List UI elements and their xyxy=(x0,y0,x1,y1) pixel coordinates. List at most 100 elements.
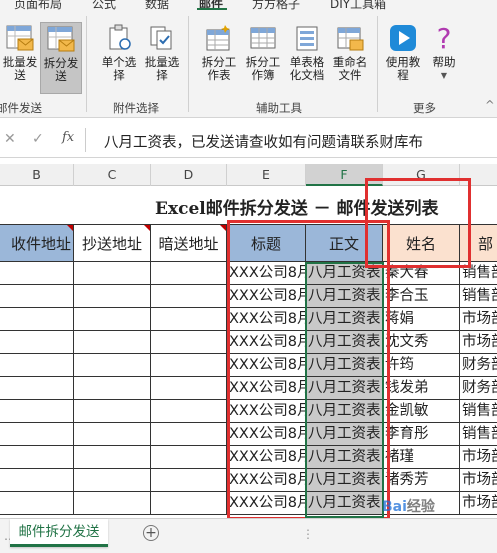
cell-body[interactable]: 八月工资表 xyxy=(306,331,383,354)
cell-empty[interactable] xyxy=(151,262,227,285)
batch-send-button[interactable]: 批量发送 xyxy=(0,24,40,82)
cell-empty[interactable] xyxy=(0,285,74,308)
scroll-handle-icon[interactable]: ⋮ xyxy=(302,527,314,541)
single-select-button[interactable]: 单个选择 xyxy=(97,24,141,82)
cell-dept[interactable]: 财务部 xyxy=(460,354,497,377)
cell-body[interactable]: 八月工资表 xyxy=(306,354,383,377)
table-to-doc-button[interactable]: 单表格化文档 xyxy=(285,24,329,82)
cell-empty[interactable] xyxy=(74,469,151,492)
cell-title[interactable]: XXX公司8月 xyxy=(227,285,306,308)
cancel-icon[interactable]: ✕ xyxy=(4,131,16,147)
header-to-address[interactable]: 收件地址 xyxy=(0,224,74,262)
cell-body[interactable]: 八月工资表 xyxy=(306,492,383,515)
cell-title[interactable]: XXX公司8月 xyxy=(227,492,306,515)
cell-name[interactable]: 许筠 xyxy=(383,354,460,377)
confirm-icon[interactable]: ✓ xyxy=(32,131,44,147)
cell-title[interactable]: XXX公司8月 xyxy=(227,308,306,331)
cell-name[interactable]: 李育彤 xyxy=(383,423,460,446)
cell-title[interactable]: XXX公司8月 xyxy=(227,400,306,423)
cell-empty[interactable] xyxy=(0,331,74,354)
cell-body[interactable]: 八月工资表 xyxy=(306,377,383,400)
cell-dept[interactable]: 市场部 xyxy=(460,469,497,492)
column-header-f[interactable]: F xyxy=(306,164,383,186)
cell-empty[interactable] xyxy=(151,469,227,492)
cell-empty[interactable] xyxy=(151,285,227,308)
cell-title[interactable]: XXX公司8月 xyxy=(227,377,306,400)
cell-body[interactable]: 八月工资表 xyxy=(306,446,383,469)
header-subject[interactable]: 标题 xyxy=(227,224,306,262)
add-sheet-icon[interactable]: + xyxy=(143,525,159,541)
ribbon-collapse-icon[interactable]: ^ xyxy=(485,98,495,112)
cell-empty[interactable] xyxy=(74,331,151,354)
cell-empty[interactable] xyxy=(151,492,227,515)
split-workbook-button[interactable]: 拆分工作簿 xyxy=(241,24,285,82)
cell-empty[interactable] xyxy=(151,308,227,331)
cell-dept[interactable]: 销售部 xyxy=(460,285,497,308)
cell-body[interactable]: 八月工资表 xyxy=(306,423,383,446)
cell-empty[interactable] xyxy=(0,423,74,446)
cell-empty[interactable] xyxy=(151,400,227,423)
rename-file-button[interactable]: 重命名文件 xyxy=(328,24,372,82)
sheet-tab-mail-split[interactable]: 邮件拆分发送 xyxy=(10,519,108,547)
tutorial-button[interactable]: 使用教程 xyxy=(381,24,425,82)
column-header-e[interactable]: E xyxy=(227,164,306,186)
cell-empty[interactable] xyxy=(151,331,227,354)
cell-title[interactable]: XXX公司8月 xyxy=(227,331,306,354)
cell-body[interactable]: 八月工资表 xyxy=(306,285,383,308)
header-cc-address[interactable]: 抄送地址 xyxy=(74,224,151,262)
cell-empty[interactable] xyxy=(74,262,151,285)
cell-empty[interactable] xyxy=(0,492,74,515)
cell-dept[interactable]: 销售部 xyxy=(460,423,497,446)
cell-empty[interactable] xyxy=(74,308,151,331)
cell-dept[interactable]: 市场部 xyxy=(460,446,497,469)
cell-empty[interactable] xyxy=(151,354,227,377)
cell-dept[interactable]: 市场部 xyxy=(460,492,497,515)
cell-empty[interactable] xyxy=(0,400,74,423)
cell-empty[interactable] xyxy=(74,492,151,515)
cell-body[interactable]: 八月工资表 xyxy=(306,400,383,423)
cell-empty[interactable] xyxy=(74,446,151,469)
cell-empty[interactable] xyxy=(0,354,74,377)
cell-empty[interactable] xyxy=(0,308,74,331)
cell-dept[interactable]: 市场部 xyxy=(460,308,497,331)
cell-dept[interactable]: 销售部 xyxy=(460,400,497,423)
split-sheet-button[interactable]: 拆分工作表 xyxy=(197,24,241,82)
cell-body[interactable]: 八月工资表 xyxy=(306,308,383,331)
batch-select-button[interactable]: 批量选择 xyxy=(140,24,184,82)
cell-dept[interactable]: 财务部 xyxy=(460,377,497,400)
cell-title[interactable]: XXX公司8月 xyxy=(227,469,306,492)
header-dept[interactable]: 部 xyxy=(460,224,497,262)
split-send-button[interactable]: 拆分发送 xyxy=(40,22,82,94)
cell-empty[interactable] xyxy=(74,400,151,423)
header-bcc-address[interactable]: 暗送地址 xyxy=(151,224,227,262)
cell-empty[interactable] xyxy=(0,469,74,492)
help-button[interactable]: ? 帮助 ▼ xyxy=(422,24,466,82)
cell-empty[interactable] xyxy=(0,262,74,285)
cell-body[interactable]: 八月工资表 xyxy=(306,469,383,492)
cell-name[interactable]: 褚瑾 xyxy=(383,446,460,469)
cell-empty[interactable] xyxy=(74,354,151,377)
cell-empty[interactable] xyxy=(74,285,151,308)
column-header-b[interactable]: B xyxy=(0,164,74,186)
cell-empty[interactable] xyxy=(0,377,74,400)
cell-title[interactable]: XXX公司8月 xyxy=(227,446,306,469)
function-icon[interactable]: fx xyxy=(62,130,74,145)
cell-title[interactable]: XXX公司8月 xyxy=(227,354,306,377)
cell-dept[interactable]: 销售部 xyxy=(460,262,497,285)
header-name[interactable]: 姓名 xyxy=(383,224,460,262)
cell-dept[interactable]: 市场部 xyxy=(460,331,497,354)
cell-empty[interactable] xyxy=(0,446,74,469)
cell-body[interactable]: 八月工资表 xyxy=(306,262,383,285)
cell-empty[interactable] xyxy=(74,377,151,400)
header-body[interactable]: 正文 xyxy=(306,224,383,262)
cell-name[interactable]: 钱发弟 xyxy=(383,377,460,400)
cell-name[interactable]: 沈文秀 xyxy=(383,331,460,354)
cell-name[interactable]: 诸秀芳 xyxy=(383,469,460,492)
formula-input[interactable]: 八月工资表，已发送请查收如有问题请联系财库布 xyxy=(104,131,423,152)
cell-name[interactable]: 李合玉 xyxy=(383,285,460,308)
cell-empty[interactable] xyxy=(151,423,227,446)
column-header-c[interactable]: C xyxy=(74,164,151,186)
cell-title[interactable]: XXX公司8月 xyxy=(227,423,306,446)
cell-title[interactable]: XXX公司8月 xyxy=(227,262,306,285)
cell-name[interactable]: 金凯敏 xyxy=(383,400,460,423)
